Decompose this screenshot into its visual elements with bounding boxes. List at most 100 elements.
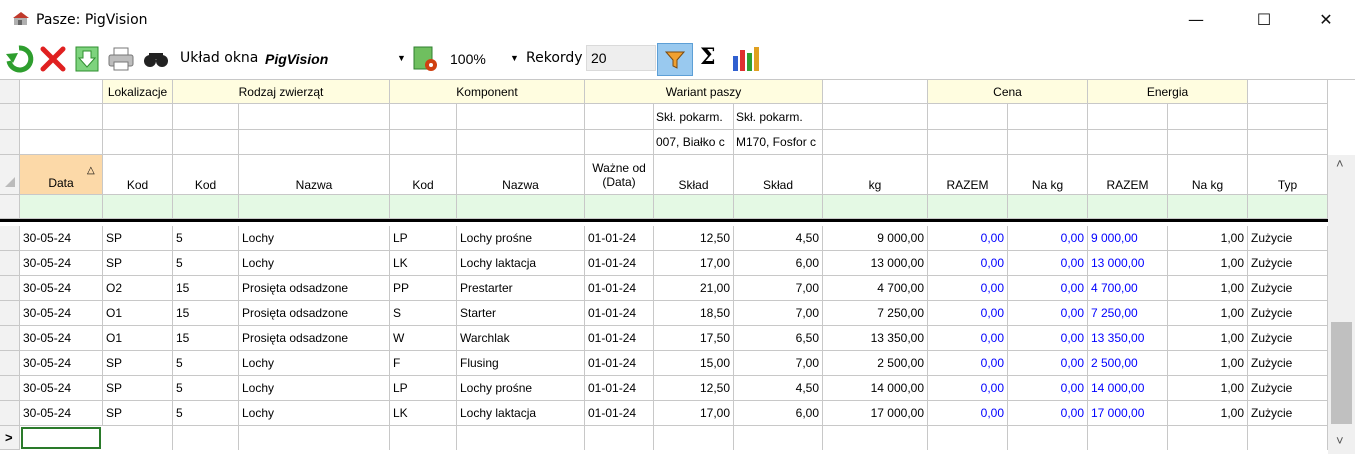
cell-energia-nakg[interactable]: 1,00	[1168, 301, 1248, 326]
column-header-rz-kod[interactable]: Kod	[173, 155, 239, 195]
rekordy-input[interactable]: 20	[586, 45, 656, 71]
row-header[interactable]	[0, 276, 20, 301]
cell-sklad-2[interactable]: 7,00	[734, 351, 823, 376]
cell-k-kod[interactable]: LK	[390, 251, 457, 276]
cell-lok-kod[interactable]: SP	[103, 401, 173, 426]
scroll-down-icon[interactable]: ˅	[1336, 433, 1344, 448]
cell-k-nazwa[interactable]: Warchlak	[457, 326, 585, 351]
cell-k-nazwa[interactable]: Prestarter	[457, 276, 585, 301]
cell-kg[interactable]: 4 700,00	[823, 276, 928, 301]
cell-sklad-2[interactable]: 6,00	[734, 251, 823, 276]
new-row-cell[interactable]	[654, 426, 734, 450]
cell-kg[interactable]: 13 000,00	[823, 251, 928, 276]
column-header-cena-razem[interactable]: RAZEM	[928, 155, 1008, 195]
cell-energia-razem[interactable]: 13 000,00	[1088, 251, 1168, 276]
cell-typ[interactable]: Zużycie	[1248, 251, 1328, 276]
cell-typ[interactable]: Zużycie	[1248, 226, 1328, 251]
cell-sklad-2[interactable]: 4,50	[734, 376, 823, 401]
cell-rz-kod[interactable]: 5	[173, 251, 239, 276]
cell-cena-razem[interactable]: 0,00	[928, 326, 1008, 351]
sum-icon[interactable]: Σ	[700, 44, 716, 70]
new-row-cell[interactable]	[1168, 426, 1248, 450]
filter-cell[interactable]	[239, 195, 390, 219]
cell-k-nazwa[interactable]: Lochy prośne	[457, 376, 585, 401]
column-header-rz-nazwa[interactable]: Nazwa	[239, 155, 390, 195]
filter-cell[interactable]	[1008, 195, 1088, 219]
cell-wazne-od[interactable]: 01-01-24	[585, 326, 654, 351]
cell-typ[interactable]: Zużycie	[1248, 301, 1328, 326]
cell-sklad-2[interactable]: 4,50	[734, 226, 823, 251]
filter-cell[interactable]	[457, 195, 585, 219]
column-header-wazne-od[interactable]: Ważne od (Data)	[585, 155, 654, 195]
cell-typ[interactable]: Zużycie	[1248, 326, 1328, 351]
cell-kg[interactable]: 9 000,00	[823, 226, 928, 251]
filter-cell[interactable]	[734, 195, 823, 219]
cell-k-kod[interactable]: LK	[390, 401, 457, 426]
cell-rz-nazwa[interactable]: Prosięta odsadzone	[239, 301, 390, 326]
skl1-header[interactable]: Skł. pokarm.	[654, 104, 734, 130]
cell-rz-nazwa[interactable]: Lochy	[239, 376, 390, 401]
select-all-icon[interactable]	[5, 177, 15, 187]
row-header[interactable]	[0, 376, 20, 401]
cell-lok-kod[interactable]: SP	[103, 251, 173, 276]
zoom-select[interactable]: 100% ▼	[446, 45, 522, 71]
cell-k-nazwa[interactable]: Starter	[457, 301, 585, 326]
column-header-energia-razem[interactable]: RAZEM	[1088, 155, 1168, 195]
cell-k-kod[interactable]: LP	[390, 376, 457, 401]
cell-cena-razem[interactable]: 0,00	[928, 226, 1008, 251]
row-header[interactable]	[0, 326, 20, 351]
close-button[interactable]: ✕	[1303, 6, 1349, 34]
column-header-lok-kod[interactable]: Kod	[103, 155, 173, 195]
cell-kg[interactable]: 2 500,00	[823, 351, 928, 376]
cell-wazne-od[interactable]: 01-01-24	[585, 401, 654, 426]
filter-cell[interactable]	[1088, 195, 1168, 219]
row-header[interactable]	[0, 251, 20, 276]
cell-data[interactable]: 30-05-24	[20, 401, 103, 426]
cell-energia-nakg[interactable]: 1,00	[1168, 401, 1248, 426]
cell-rz-kod[interactable]: 5	[173, 226, 239, 251]
cell-lok-kod[interactable]: SP	[103, 226, 173, 251]
cell-energia-nakg[interactable]: 1,00	[1168, 226, 1248, 251]
cell-cena-nakg[interactable]: 0,00	[1008, 376, 1088, 401]
filter-cell[interactable]	[928, 195, 1008, 219]
cell-energia-nakg[interactable]: 1,00	[1168, 251, 1248, 276]
column-header-typ[interactable]: Typ	[1248, 155, 1328, 195]
cell-k-kod[interactable]: F	[390, 351, 457, 376]
cell-kg[interactable]: 17 000,00	[823, 401, 928, 426]
cell-energia-razem[interactable]: 9 000,00	[1088, 226, 1168, 251]
filter-cell[interactable]	[654, 195, 734, 219]
cell-typ[interactable]: Zużycie	[1248, 401, 1328, 426]
cell-cena-nakg[interactable]: 0,00	[1008, 326, 1088, 351]
cell-energia-nakg[interactable]: 1,00	[1168, 376, 1248, 401]
cell-rz-nazwa[interactable]: Lochy	[239, 351, 390, 376]
cell-lok-kod[interactable]: SP	[103, 376, 173, 401]
cell-rz-kod[interactable]: 15	[173, 326, 239, 351]
cell-cena-nakg[interactable]: 0,00	[1008, 301, 1088, 326]
filter-cell[interactable]	[103, 195, 173, 219]
cell-data[interactable]: 30-05-24	[20, 276, 103, 301]
filter-cell[interactable]	[390, 195, 457, 219]
new-row-cell[interactable]	[1248, 426, 1328, 450]
cell-cena-nakg[interactable]: 0,00	[1008, 401, 1088, 426]
cell-cena-nakg[interactable]: 0,00	[1008, 351, 1088, 376]
cell-energia-razem[interactable]: 7 250,00	[1088, 301, 1168, 326]
cell-data[interactable]: 30-05-24	[20, 251, 103, 276]
cell-energia-razem[interactable]: 2 500,00	[1088, 351, 1168, 376]
column-header-data[interactable]: Data △	[20, 155, 103, 195]
cell-sklad-2[interactable]: 7,00	[734, 301, 823, 326]
new-row-active-cell[interactable]	[21, 427, 101, 449]
column-header-kg[interactable]: kg	[823, 155, 928, 195]
cell-k-nazwa[interactable]: Flusing	[457, 351, 585, 376]
cell-cena-nakg[interactable]: 0,00	[1008, 226, 1088, 251]
filter-cell[interactable]	[1248, 195, 1328, 219]
search-icon[interactable]	[141, 44, 171, 74]
cell-data[interactable]: 30-05-24	[20, 326, 103, 351]
cell-sklad-1[interactable]: 21,00	[654, 276, 734, 301]
cell-energia-razem[interactable]: 17 000,00	[1088, 401, 1168, 426]
cell-lok-kod[interactable]: O1	[103, 326, 173, 351]
cell-wazne-od[interactable]: 01-01-24	[585, 376, 654, 401]
cell-lok-kod[interactable]: O2	[103, 276, 173, 301]
column-header-sklad-1[interactable]: Skład	[654, 155, 734, 195]
filter-cell[interactable]	[823, 195, 928, 219]
row-header[interactable]	[0, 301, 20, 326]
